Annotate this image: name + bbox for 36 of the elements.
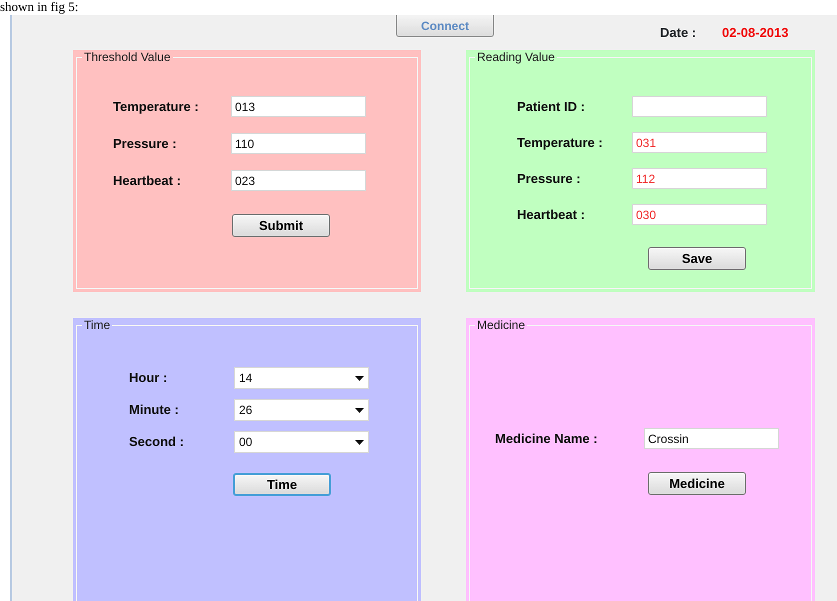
input-field[interactable]: 013: [231, 96, 366, 117]
field-label: Medicine Name :: [495, 430, 599, 448]
caret-icon: [355, 408, 364, 412]
date-label: Date :: [660, 24, 696, 42]
form-button[interactable]: Time: [233, 473, 331, 496]
group-title: Threshold Value: [82, 50, 172, 64]
field-label: Hour :: [129, 369, 168, 388]
group-title: Medicine: [475, 318, 528, 332]
field-label: Pressure :: [113, 134, 178, 153]
group-title: Time: [82, 318, 112, 332]
date-value: 02-08-2013: [722, 24, 788, 42]
input-field[interactable]: 031: [632, 132, 767, 153]
field-label: Heartbeat :: [517, 206, 586, 224]
form-button[interactable]: Submit: [232, 214, 330, 237]
input-field[interactable]: [632, 96, 767, 117]
field-label: Patient ID :: [517, 98, 586, 116]
form-button[interactable]: Save: [648, 247, 746, 270]
field-label: Temperature :: [113, 98, 200, 116]
combo-box[interactable]: 26: [234, 399, 369, 421]
field-label: Minute :: [129, 401, 180, 420]
input-field[interactable]: 110: [231, 133, 366, 154]
input-field[interactable]: 023: [231, 170, 366, 191]
form-button[interactable]: Medicine: [648, 472, 746, 495]
combo-box[interactable]: 14: [234, 367, 369, 389]
field-label: Temperature :: [517, 134, 604, 152]
field-label: Second :: [129, 433, 185, 452]
field-label: Heartbeat :: [113, 172, 182, 190]
caret-icon: [355, 440, 364, 444]
caret-icon: [355, 376, 364, 380]
combo-box[interactable]: 00: [234, 431, 369, 453]
input-field[interactable]: 112: [632, 168, 767, 189]
group-title: Reading Value: [475, 50, 557, 64]
input-field[interactable]: Crossin: [644, 428, 779, 449]
caption-text: shown in fig 5:: [0, 0, 78, 14]
field-label: Pressure :: [517, 170, 582, 188]
input-field[interactable]: 030: [632, 204, 767, 225]
